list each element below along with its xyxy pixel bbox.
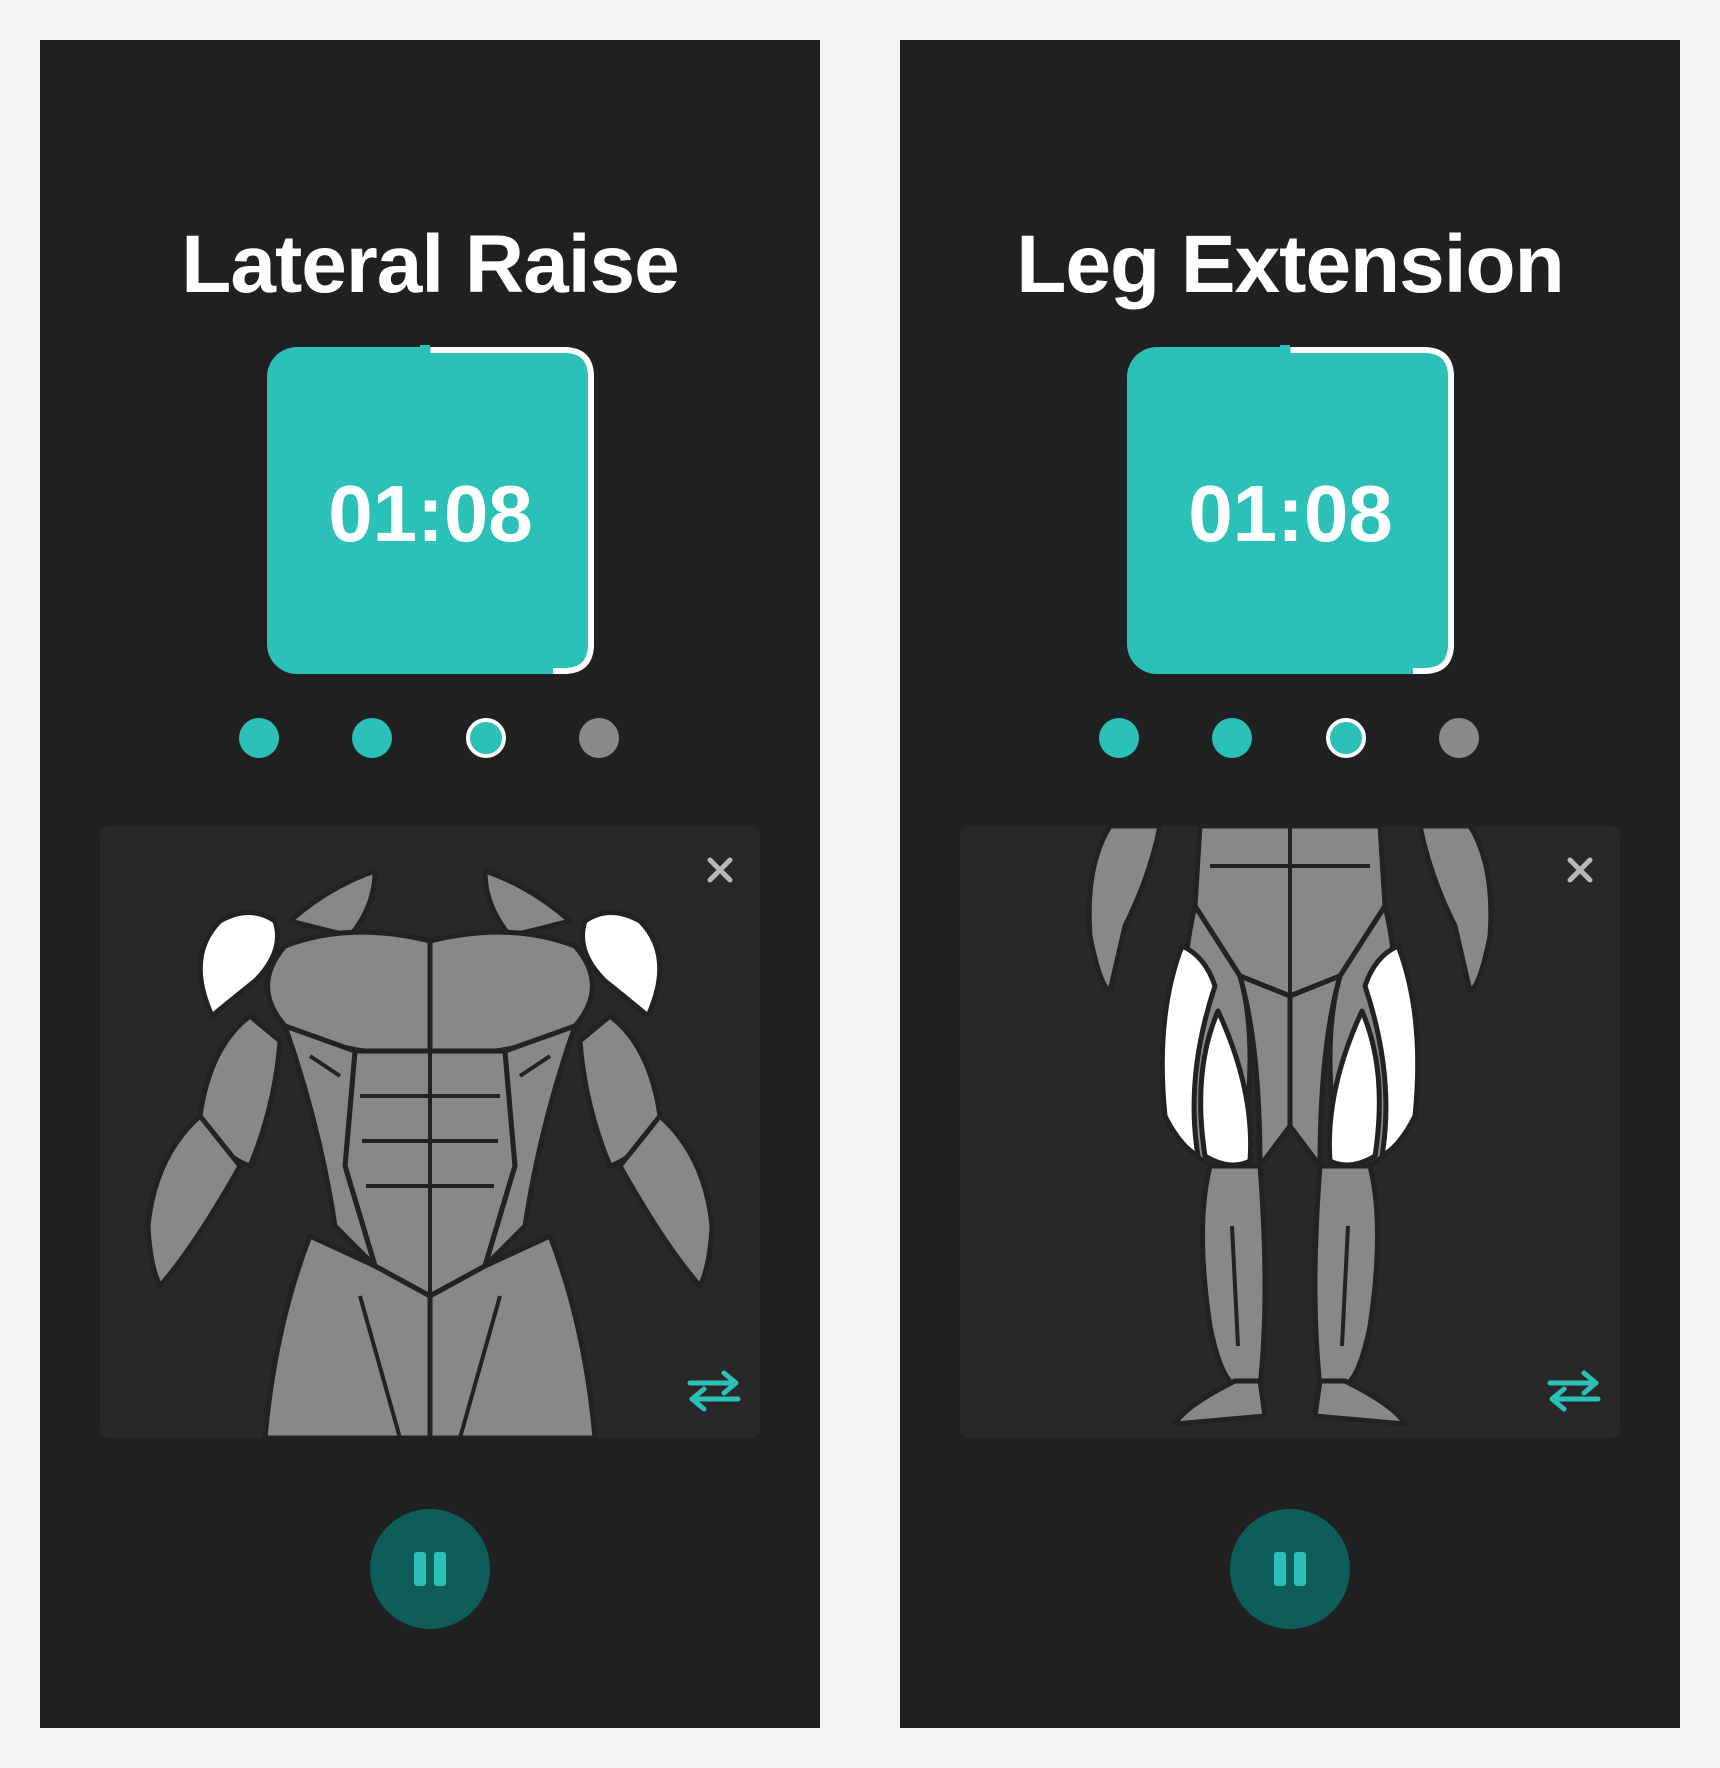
- close-icon: [707, 857, 733, 883]
- swap-view-button[interactable]: [684, 1368, 744, 1414]
- step-dot-4: [1439, 718, 1479, 758]
- timer-value: 01:08: [328, 468, 533, 558]
- close-icon: [1567, 857, 1593, 883]
- step-dot-4: [579, 718, 619, 758]
- muscle-map-panel: [100, 826, 760, 1438]
- lower-body-muscle-map: [1086, 826, 1494, 1427]
- pause-button[interactable]: [370, 1509, 490, 1629]
- step-dot-1: [1099, 718, 1139, 758]
- step-dot-1: [239, 718, 279, 758]
- step-dot-2: [352, 718, 392, 758]
- exercise-title: Leg Extension: [1016, 219, 1564, 310]
- upper-body-muscle-map: [145, 868, 715, 1438]
- step-dot-3: [466, 718, 506, 758]
- step-dot-3: [1326, 718, 1366, 758]
- muscle-map-panel: [960, 826, 1620, 1438]
- set-progress-dots: [900, 718, 1680, 758]
- timer-value: 01:08: [1188, 468, 1393, 558]
- pause-icon: [1274, 1552, 1286, 1586]
- step-dot-2: [1212, 718, 1252, 758]
- swap-view-button[interactable]: [1544, 1368, 1604, 1414]
- pause-icon: [414, 1552, 426, 1586]
- exercise-screen-leg-extension: Leg Extension 01:08: [900, 40, 1680, 1728]
- swap-arrows-icon: [1547, 1370, 1601, 1412]
- close-button[interactable]: [700, 850, 740, 890]
- exercise-title: Lateral Raise: [181, 219, 680, 310]
- set-progress-dots: [40, 718, 820, 758]
- close-button[interactable]: [1560, 850, 1600, 890]
- exercise-screen-lateral-raise: Lateral Raise 01:08: [40, 40, 820, 1728]
- timer-card: 01:08: [265, 345, 596, 676]
- swap-arrows-icon: [687, 1370, 741, 1412]
- pause-button[interactable]: [1230, 1509, 1350, 1629]
- timer-card: 01:08: [1125, 345, 1456, 676]
